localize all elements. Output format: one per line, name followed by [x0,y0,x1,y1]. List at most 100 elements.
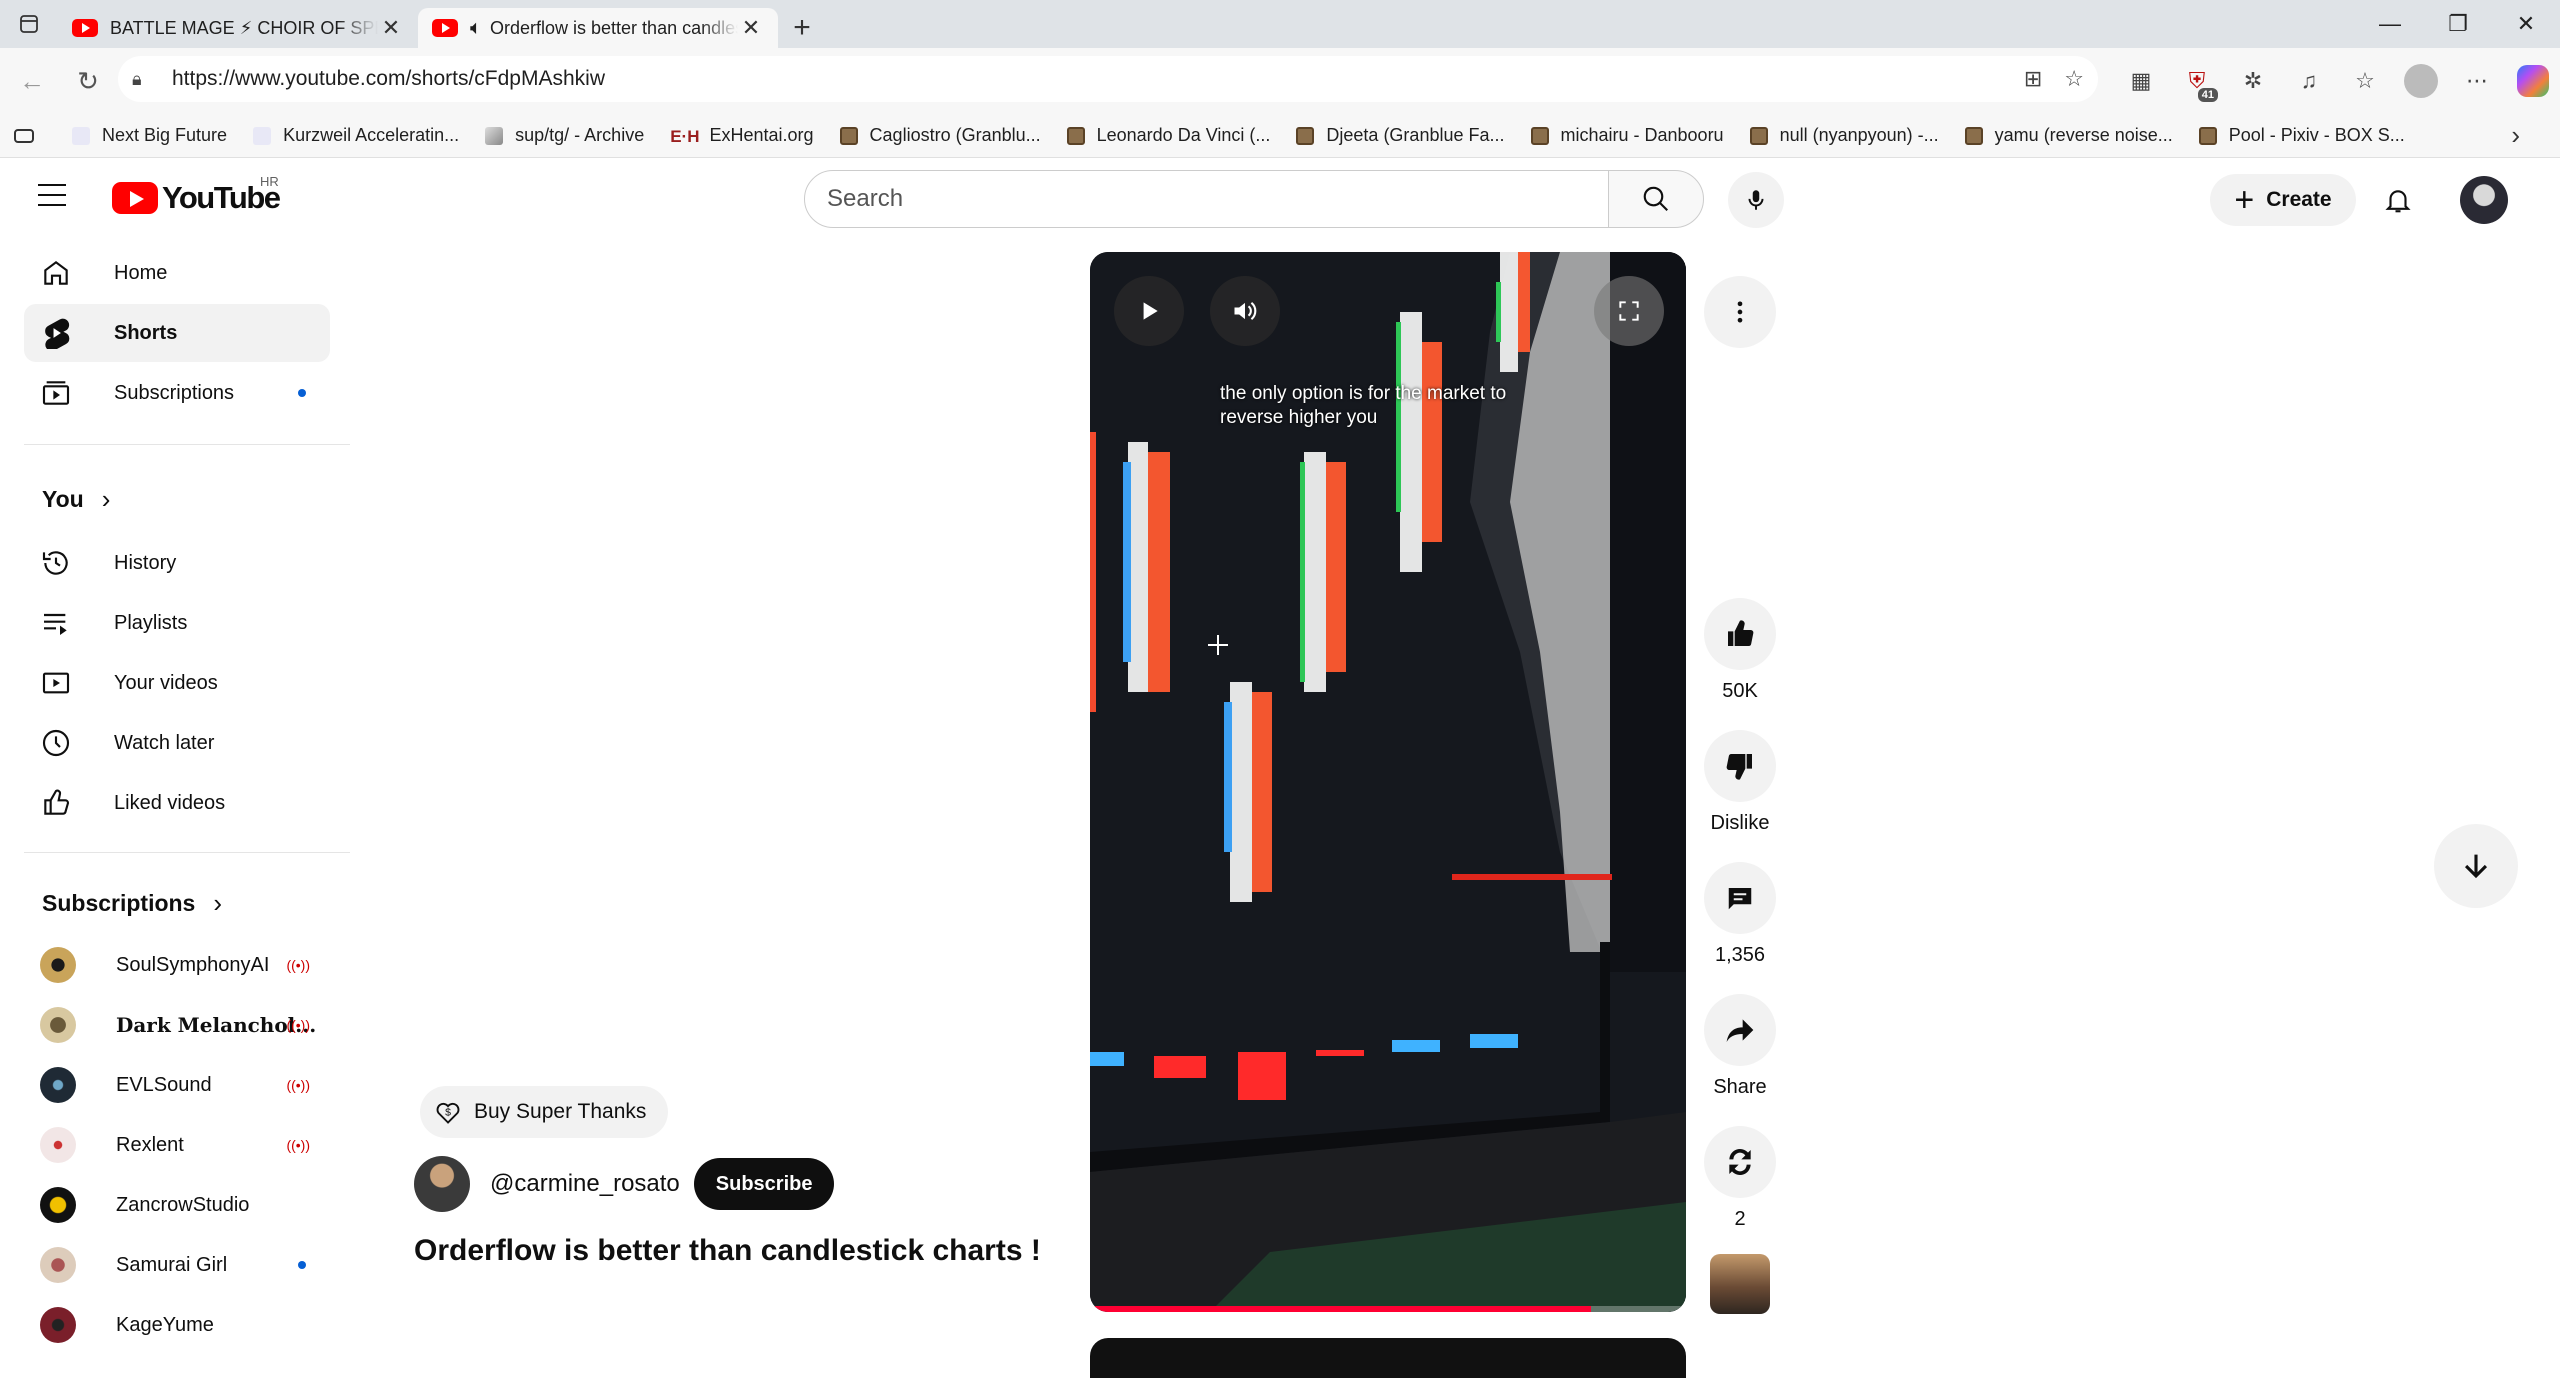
back-button[interactable]: ← [4,53,60,109]
account-avatar[interactable] [2460,176,2508,224]
voice-search-button[interactable] [1728,172,1784,228]
bookmark-item[interactable]: sup/tg/ - Archive [485,125,644,146]
bookmark-folder[interactable]: Leonardo Da Vinci (... [1066,125,1270,146]
liked-videos-icon [38,785,74,821]
sidebar-item-watch-later[interactable]: Watch later [24,714,330,772]
sidebar-item-liked-videos[interactable]: Liked videos [24,774,330,832]
more-options-button[interactable] [1704,276,1776,348]
settings-more-icon[interactable]: ⋯ [2452,56,2502,106]
next-short-preview[interactable] [1090,1338,1686,1378]
qr-code-icon[interactable]: ▦ [2116,56,2166,106]
copilot-button[interactable] [2508,56,2558,106]
progress-bar[interactable] [1090,1306,1686,1312]
bookmark-item[interactable]: E·H ExHentai.org [670,125,813,146]
bell-icon [2385,190,2411,213]
playlists-icon [38,605,74,641]
browser-tab-1[interactable]: BATTLE MAGE ⚡ CHOIR OF SPELLS ✕ [58,8,418,48]
sidebar-item-your-videos[interactable]: Your videos [24,654,330,712]
browser-tab-2[interactable]: 🔈︎ Orderflow is better than candlestick … [418,8,778,48]
url-field[interactable]: 🔒︎ https://www.youtube.com/shorts/cFdpMA… [118,56,2098,102]
tab-title: Orderflow is better than candlestick cha… [490,17,738,38]
subscription-channel[interactable]: Rexlent ((•)) [24,1116,330,1174]
next-short-button[interactable] [2434,824,2518,908]
extensions-puzzle-icon[interactable]: ✲ [2228,56,2278,106]
comments-button[interactable] [1704,862,1776,934]
volume-button[interactable] [1210,276,1280,346]
new-tab-button[interactable]: + [778,8,826,48]
bookmark-label: Pool - Pixiv - BOX S... [2228,125,2405,145]
bookmark-label: michairu - Danbooru [1560,125,1724,145]
bookmark-folder[interactable]: Djeeta (Granblue Fa... [1296,125,1505,146]
history-icon [38,545,74,581]
sidebar-item-shorts[interactable]: Shorts [24,304,330,362]
bookmark-reading-list[interactable] [14,128,46,143]
extension-shield-icon[interactable]: ⛨ 41 [2172,56,2222,106]
bookmark-folder[interactable]: Cagliostro (Granblu... [839,125,1041,146]
live-indicator-icon: ((•)) [286,957,310,973]
play-button[interactable] [1114,276,1184,346]
fullscreen-button[interactable] [1594,276,1664,346]
you-section-header[interactable]: You › [42,484,110,515]
thumbs-down-icon [1726,753,1752,780]
sidebar-item-home[interactable]: Home [24,244,330,302]
sound-source-thumbnail[interactable] [1710,1254,1770,1314]
audio-playing-icon[interactable]: 🔈︎ [470,17,482,40]
remix-button[interactable] [1704,1126,1776,1198]
like-button[interactable] [1704,598,1776,670]
reload-button[interactable]: ↻ [60,53,116,109]
buy-super-thanks-button[interactable]: $ Buy Super Thanks [420,1086,669,1138]
menu-icon[interactable] [38,184,66,206]
create-button[interactable]: + Create [2210,174,2356,226]
channel-avatar[interactable] [414,1156,470,1212]
site-info-icon[interactable]: 🔒︎ [132,69,158,90]
sidebar-item-label: Your videos [114,671,218,694]
bookmark-folder[interactable]: null (nyanpyoun) -... [1749,125,1939,146]
sidebar-item-history[interactable]: History [24,534,330,592]
channel-handle[interactable]: @carmine_rosato [490,1170,680,1198]
favorites-icon[interactable]: ☆ [2340,56,2390,106]
favorite-star-icon[interactable]: ☆ [2064,66,2084,92]
restore-icon[interactable]: ❐ [2424,0,2492,48]
super-thanks-icon: $ [436,1102,460,1124]
bookmark-label: yamu (reverse noise... [1994,125,2173,145]
subscription-channel[interactable]: ZancrowStudio [24,1176,330,1234]
app-available-icon[interactable]: ⊞ [2024,66,2042,92]
reading-list-icon [14,128,34,143]
performance-icon[interactable]: ♫ [2284,56,2334,106]
subscription-channel[interactable]: Dark Melanchol... ((•)) [24,996,330,1054]
notifications-button[interactable] [2376,178,2420,222]
profile-avatar[interactable] [2396,56,2446,106]
close-tab-icon[interactable]: ✕ [738,15,764,41]
tab-actions-icon[interactable] [0,0,58,48]
subscription-channel[interactable]: EVLSound ((•)) [24,1056,330,1114]
channel-name: Rexlent [116,1133,184,1156]
share-label: Share [1713,1076,1767,1098]
remix-count: 2 [1734,1208,1746,1230]
subscription-channel[interactable]: Samurai Girl [24,1236,330,1294]
sidebar-item-subscriptions[interactable]: Subscriptions [24,364,330,422]
bookmark-label: Next Big Future [102,125,228,145]
subscription-channel[interactable]: SoulSymphonyAI ((•)) [24,936,330,994]
bookmarks-overflow-chevron-icon[interactable]: › [2511,120,2520,151]
sidebar-item-playlists[interactable]: Playlists [24,594,330,652]
bookmark-item[interactable]: Next Big Future [72,125,227,146]
channel-name: EVLSound [116,1073,212,1096]
search-button[interactable] [1608,170,1704,228]
minimize-icon[interactable]: — [2356,0,2424,48]
bookmark-item[interactable]: Kurzweil Acceleratin... [253,125,459,146]
bookmark-folder[interactable]: Pool - Pixiv - BOX S... [2198,125,2405,146]
close-tab-icon[interactable]: ✕ [378,15,404,41]
subscription-channel[interactable]: KageYume [24,1296,330,1354]
subscribe-button[interactable]: Subscribe [693,1158,835,1210]
search-input[interactable]: Search [804,170,1610,228]
like-count: 50K [1722,680,1758,702]
bookmark-folder[interactable]: yamu (reverse noise... [1964,125,2173,146]
close-window-icon[interactable]: ✕ [2492,0,2560,48]
share-button[interactable] [1704,994,1776,1066]
bookmark-folder[interactable]: michairu - Danbooru [1530,125,1724,146]
subscriptions-section-header[interactable]: Subscriptions › [42,888,222,919]
shorts-player[interactable]: the only option is for the market to rev… [1090,252,1686,1312]
dislike-button[interactable] [1704,730,1776,802]
youtube-logo[interactable]: YouTube HR [112,174,281,216]
short-title[interactable]: Orderflow is better than candlestick cha… [414,1234,1041,1268]
